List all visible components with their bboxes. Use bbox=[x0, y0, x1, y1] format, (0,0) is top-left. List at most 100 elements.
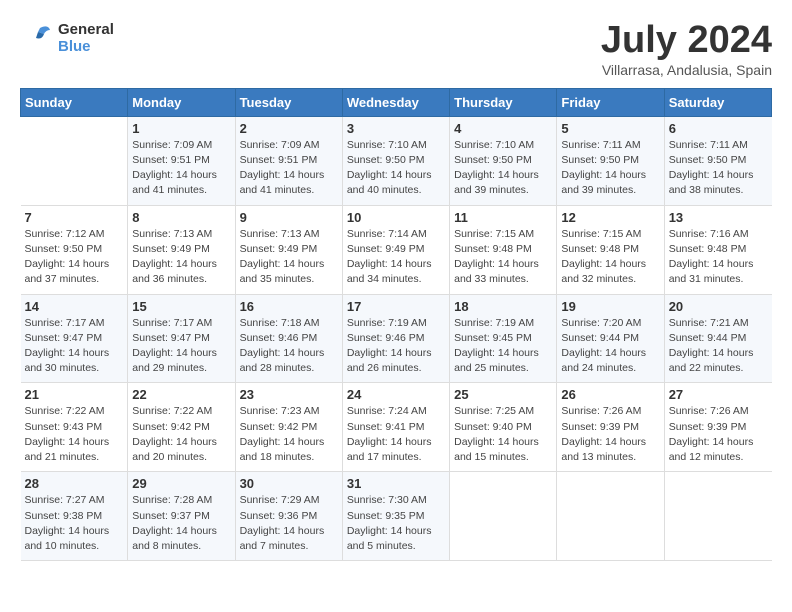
calendar-cell: 15Sunrise: 7:17 AMSunset: 9:47 PMDayligh… bbox=[128, 294, 235, 383]
day-info: Sunrise: 7:27 AMSunset: 9:38 PMDaylight:… bbox=[25, 493, 124, 554]
calendar-cell: 19Sunrise: 7:20 AMSunset: 9:44 PMDayligh… bbox=[557, 294, 664, 383]
calendar-cell: 27 Sunrise: 7:26 AMSunset: 9:39 PMDayligh… bbox=[664, 383, 771, 472]
calendar-cell: 23Sunrise: 7:23 AMSunset: 9:42 PMDayligh… bbox=[235, 383, 342, 472]
day-info: Sunrise: 7:15 AMSunset: 9:48 PMDaylight:… bbox=[561, 227, 659, 288]
calendar-cell: 17 Sunrise: 7:19 AMSunset: 9:46 PMDayligh… bbox=[342, 294, 449, 383]
day-number: 6 bbox=[669, 121, 768, 136]
calendar-cell: 21 Sunrise: 7:22 AMSunset: 9:43 PMDayligh… bbox=[21, 383, 128, 472]
calendar-cell: 18 Sunrise: 7:19 AMSunset: 9:45 PMDayligh… bbox=[450, 294, 557, 383]
calendar-cell bbox=[21, 116, 128, 205]
day-number: 22 bbox=[132, 387, 230, 402]
calendar-cell: 30 Sunrise: 7:29 AMSunset: 9:36 PMDayligh… bbox=[235, 472, 342, 561]
day-info: Sunrise: 7:28 AMSunset: 9:37 PMDaylight:… bbox=[132, 493, 230, 554]
day-info: Sunrise: 7:13 AMSunset: 9:49 PMDaylight:… bbox=[240, 227, 338, 288]
day-number: 7 bbox=[25, 210, 124, 225]
calendar-cell: 31 Sunrise: 7:30 AMSunset: 9:35 PMDayligh… bbox=[342, 472, 449, 561]
day-info: Sunrise: 7:19 AMSunset: 9:46 PMDaylight:… bbox=[347, 316, 445, 377]
day-info: Sunrise: 7:11 AMSunset: 9:50 PMDaylight:… bbox=[561, 138, 659, 199]
day-number: 25 bbox=[454, 387, 552, 402]
day-info: Sunrise: 7:14 AMSunset: 9:49 PMDaylight:… bbox=[347, 227, 445, 288]
day-info: Sunrise: 7:25 AMSunset: 9:40 PMDaylight:… bbox=[454, 404, 552, 465]
day-info: Sunrise: 7:16 AMSunset: 9:48 PMDaylight:… bbox=[669, 227, 768, 288]
calendar-cell: 13 Sunrise: 7:16 AMSunset: 9:48 PMDayligh… bbox=[664, 205, 771, 294]
calendar-cell: 16Sunrise: 7:18 AMSunset: 9:46 PMDayligh… bbox=[235, 294, 342, 383]
day-number: 28 bbox=[25, 476, 124, 491]
calendar-cell: 3 Sunrise: 7:10 AMSunset: 9:50 PMDaylight… bbox=[342, 116, 449, 205]
day-info: Sunrise: 7:09 AMSunset: 9:51 PMDaylight:… bbox=[240, 138, 338, 199]
logo-bird-icon bbox=[20, 20, 52, 56]
logo: General Blue bbox=[20, 20, 114, 56]
calendar-cell bbox=[664, 472, 771, 561]
page-header: General Blue July 2024 Villarrasa, Andal… bbox=[20, 20, 772, 78]
calendar-cell: 11 Sunrise: 7:15 AMSunset: 9:48 PMDayligh… bbox=[450, 205, 557, 294]
weekday-header-tuesday: Tuesday bbox=[235, 88, 342, 116]
day-number: 27 bbox=[669, 387, 768, 402]
day-number: 31 bbox=[347, 476, 445, 491]
day-number: 30 bbox=[240, 476, 338, 491]
day-number: 9 bbox=[240, 210, 338, 225]
day-info: Sunrise: 7:15 AMSunset: 9:48 PMDaylight:… bbox=[454, 227, 552, 288]
month-title: July 2024 bbox=[601, 20, 772, 62]
day-info: Sunrise: 7:11 AMSunset: 9:50 PMDaylight:… bbox=[669, 138, 768, 199]
day-number: 2 bbox=[240, 121, 338, 136]
calendar-cell: 2 Sunrise: 7:09 AMSunset: 9:51 PMDaylight… bbox=[235, 116, 342, 205]
calendar-cell: 29 Sunrise: 7:28 AMSunset: 9:37 PMDayligh… bbox=[128, 472, 235, 561]
day-number: 29 bbox=[132, 476, 230, 491]
calendar-cell: 5Sunrise: 7:11 AMSunset: 9:50 PMDaylight… bbox=[557, 116, 664, 205]
logo-container: General Blue bbox=[20, 20, 114, 56]
day-info: Sunrise: 7:26 AMSunset: 9:39 PMDaylight:… bbox=[669, 404, 768, 465]
day-number: 21 bbox=[25, 387, 124, 402]
day-info: Sunrise: 7:10 AMSunset: 9:50 PMDaylight:… bbox=[347, 138, 445, 199]
day-number: 15 bbox=[132, 299, 230, 314]
day-info: Sunrise: 7:21 AMSunset: 9:44 PMDaylight:… bbox=[669, 316, 768, 377]
day-info: Sunrise: 7:30 AMSunset: 9:35 PMDaylight:… bbox=[347, 493, 445, 554]
day-number: 17 bbox=[347, 299, 445, 314]
day-info: Sunrise: 7:20 AMSunset: 9:44 PMDaylight:… bbox=[561, 316, 659, 377]
calendar-cell: 25 Sunrise: 7:25 AMSunset: 9:40 PMDayligh… bbox=[450, 383, 557, 472]
calendar-cell: 12 Sunrise: 7:15 AMSunset: 9:48 PMDayligh… bbox=[557, 205, 664, 294]
day-number: 3 bbox=[347, 121, 445, 136]
day-info: Sunrise: 7:10 AMSunset: 9:50 PMDaylight:… bbox=[454, 138, 552, 199]
title-block: July 2024 Villarrasa, Andalusia, Spain bbox=[601, 20, 772, 78]
day-number: 26 bbox=[561, 387, 659, 402]
day-info: Sunrise: 7:13 AMSunset: 9:49 PMDaylight:… bbox=[132, 227, 230, 288]
day-number: 8 bbox=[132, 210, 230, 225]
calendar-cell bbox=[450, 472, 557, 561]
day-number: 24 bbox=[347, 387, 445, 402]
day-number: 4 bbox=[454, 121, 552, 136]
day-info: Sunrise: 7:17 AMSunset: 9:47 PMDaylight:… bbox=[25, 316, 124, 377]
weekday-header-wednesday: Wednesday bbox=[342, 88, 449, 116]
weekday-header-sunday: Sunday bbox=[21, 88, 128, 116]
day-number: 23 bbox=[240, 387, 338, 402]
day-number: 11 bbox=[454, 210, 552, 225]
calendar-cell: 20Sunrise: 7:21 AMSunset: 9:44 PMDayligh… bbox=[664, 294, 771, 383]
calendar-cell bbox=[557, 472, 664, 561]
calendar-cell: 22 Sunrise: 7:22 AMSunset: 9:42 PMDayligh… bbox=[128, 383, 235, 472]
day-info: Sunrise: 7:24 AMSunset: 9:41 PMDaylight:… bbox=[347, 404, 445, 465]
calendar-cell: 8 Sunrise: 7:13 AMSunset: 9:49 PMDaylight… bbox=[128, 205, 235, 294]
calendar-cell: 28 Sunrise: 7:27 AMSunset: 9:38 PMDayligh… bbox=[21, 472, 128, 561]
calendar-cell: 14 Sunrise: 7:17 AMSunset: 9:47 PMDayligh… bbox=[21, 294, 128, 383]
day-number: 18 bbox=[454, 299, 552, 314]
day-number: 13 bbox=[669, 210, 768, 225]
day-number: 10 bbox=[347, 210, 445, 225]
weekday-header-friday: Friday bbox=[557, 88, 664, 116]
day-number: 12 bbox=[561, 210, 659, 225]
day-info: Sunrise: 7:29 AMSunset: 9:36 PMDaylight:… bbox=[240, 493, 338, 554]
day-number: 14 bbox=[25, 299, 124, 314]
calendar-cell: 24 Sunrise: 7:24 AMSunset: 9:41 PMDayligh… bbox=[342, 383, 449, 472]
location-subtitle: Villarrasa, Andalusia, Spain bbox=[601, 62, 772, 78]
calendar-cell: 6 Sunrise: 7:11 AMSunset: 9:50 PMDaylight… bbox=[664, 116, 771, 205]
day-info: Sunrise: 7:18 AMSunset: 9:46 PMDaylight:… bbox=[240, 316, 338, 377]
calendar-cell: 26 Sunrise: 7:26 AMSunset: 9:39 PMDayligh… bbox=[557, 383, 664, 472]
calendar-cell: 4 Sunrise: 7:10 AMSunset: 9:50 PMDaylight… bbox=[450, 116, 557, 205]
day-number: 1 bbox=[132, 121, 230, 136]
day-info: Sunrise: 7:22 AMSunset: 9:42 PMDaylight:… bbox=[132, 404, 230, 465]
calendar-cell: 7Sunrise: 7:12 AMSunset: 9:50 PMDaylight… bbox=[21, 205, 128, 294]
weekday-header-monday: Monday bbox=[128, 88, 235, 116]
day-info: Sunrise: 7:26 AMSunset: 9:39 PMDaylight:… bbox=[561, 404, 659, 465]
day-info: Sunrise: 7:22 AMSunset: 9:43 PMDaylight:… bbox=[25, 404, 124, 465]
weekday-header-saturday: Saturday bbox=[664, 88, 771, 116]
calendar-cell: 9 Sunrise: 7:13 AMSunset: 9:49 PMDaylight… bbox=[235, 205, 342, 294]
day-info: Sunrise: 7:19 AMSunset: 9:45 PMDaylight:… bbox=[454, 316, 552, 377]
